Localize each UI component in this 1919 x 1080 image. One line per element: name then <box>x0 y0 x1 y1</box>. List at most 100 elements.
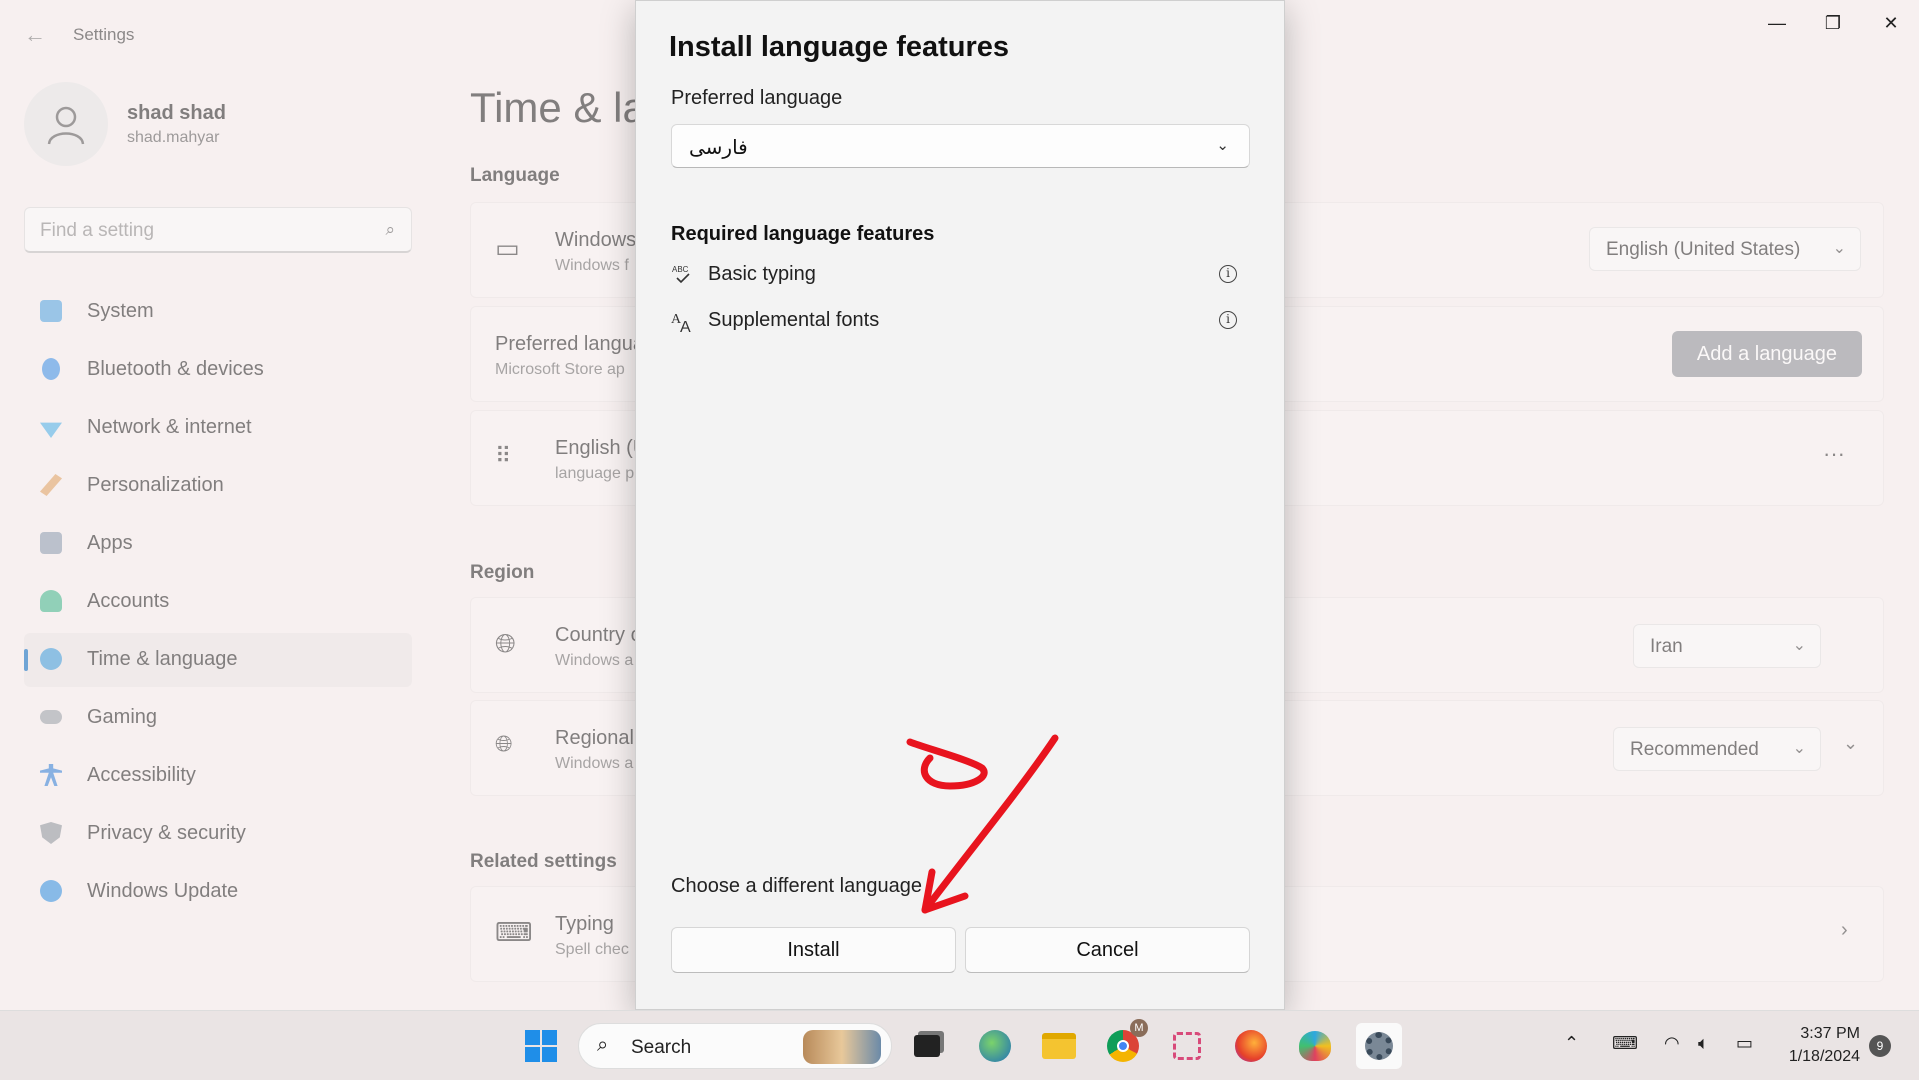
sidebar-item-personalization[interactable]: Personalization <box>24 459 412 513</box>
sidebar-item-bluetooth[interactable]: Bluetooth & devices <box>24 343 412 397</box>
section-language: Language <box>470 165 560 186</box>
chevron-down-icon: ⌄ <box>1216 137 1229 154</box>
sidebar-nav: System Bluetooth & devices Network & int… <box>24 285 412 923</box>
feature-label: Supplemental fonts <box>708 309 880 331</box>
profile-badge: M <box>1130 1019 1148 1037</box>
globe-clock-icon <box>40 648 62 670</box>
feature-basic-typing: ABC Basic typing i <box>671 261 1251 291</box>
sidebar-item-apps[interactable]: Apps <box>24 517 412 571</box>
taskbar-app-browser[interactable] <box>972 1023 1018 1069</box>
taskbar-chrome[interactable]: M <box>1100 1019 1148 1069</box>
search-icon: ⌕ <box>597 1034 609 1056</box>
taskbar-snipping-tool[interactable] <box>1164 1023 1210 1069</box>
sidebar-item-accounts[interactable]: Accounts <box>24 575 412 629</box>
regional-format-icon: 🌐︎ <box>495 731 513 756</box>
keyboard-icon: ⌨︎ <box>495 917 533 947</box>
sidebar-item-network[interactable]: Network & internet <box>24 401 412 455</box>
choose-different-language-link[interactable]: Choose a different language <box>671 875 922 898</box>
sidebar-item-label: Privacy & security <box>87 822 246 844</box>
globe-icon: 🌐︎ <box>495 628 516 658</box>
card-subtitle: Spell chec <box>555 941 629 958</box>
drag-handle-icon[interactable]: ⠿ <box>495 443 511 469</box>
sidebar-item-label: Accounts <box>87 590 170 612</box>
taskbar-firefox[interactable] <box>1228 1023 1274 1069</box>
country-dropdown[interactable]: Iran ⌄ <box>1633 624 1821 668</box>
taskbar-search-label: Search <box>631 1037 692 1058</box>
laptop-icon: ▭ <box>495 233 520 263</box>
page-title: Time & la <box>470 84 646 131</box>
display-language-dropdown[interactable]: English (United States) ⌄ <box>1589 227 1861 271</box>
back-arrow-icon[interactable]: ← <box>24 24 46 46</box>
chevron-up-icon[interactable]: ⌃ <box>1564 1033 1579 1054</box>
select-value: فارسی <box>689 137 748 159</box>
info-icon[interactable]: i <box>1219 265 1237 283</box>
taskbar-file-explorer[interactable] <box>1036 1023 1082 1069</box>
sidebar-item-gaming[interactable]: Gaming <box>24 691 412 745</box>
task-view-button[interactable] <box>904 1023 950 1069</box>
clock-time: 3:37 PM <box>1800 1025 1860 1042</box>
volume-icon[interactable]: 🔈︎ <box>1698 1033 1709 1054</box>
info-icon[interactable]: i <box>1219 311 1237 329</box>
cancel-button[interactable]: Cancel <box>965 927 1250 973</box>
notification-badge[interactable]: 9 <box>1869 1035 1891 1057</box>
windows-logo-icon <box>525 1030 557 1062</box>
battery-icon[interactable]: ▭ <box>1736 1033 1753 1054</box>
expand-chevron-icon[interactable]: ⌄ <box>1843 733 1858 754</box>
feature-supplemental-fonts: A A Supplemental fonts i <box>671 307 1251 337</box>
snip-icon <box>1173 1032 1201 1060</box>
install-button[interactable]: Install <box>671 927 956 973</box>
chevron-down-icon: ⌄ <box>1832 240 1846 257</box>
preferred-language-label: Preferred language <box>671 87 843 109</box>
minimize-button[interactable]: — <box>1748 6 1806 40</box>
feature-label: Basic typing <box>708 263 816 285</box>
search-placeholder: Find a setting <box>40 220 155 241</box>
regional-format-dropdown[interactable]: Recommended ⌄ <box>1613 727 1821 771</box>
sidebar-item-windows-update[interactable]: Windows Update <box>24 865 412 919</box>
taskbar-search[interactable]: ⌕ Search <box>578 1023 892 1069</box>
maximize-button[interactable]: ❐ <box>1804 6 1862 40</box>
clock[interactable]: 3:37 PM 1/18/2024 <box>1780 1022 1860 1068</box>
sidebar-item-label: Network & internet <box>87 416 252 438</box>
sidebar-item-system[interactable]: System <box>24 285 412 339</box>
chevron-right-icon: › <box>1841 919 1848 941</box>
chevron-down-icon: ⌄ <box>1792 740 1806 757</box>
user-name: shad shad <box>127 102 226 124</box>
monitor-icon <box>40 300 62 322</box>
palette-icon <box>1299 1031 1331 1061</box>
card-title: English (U <box>555 437 648 459</box>
sidebar-item-label: Accessibility <box>87 764 196 786</box>
svg-text:ABC: ABC <box>672 265 689 274</box>
firefox-icon <box>1235 1030 1267 1062</box>
person-icon <box>47 106 85 145</box>
task-view-icon <box>914 1035 940 1057</box>
card-title: Country c <box>555 624 641 646</box>
section-related-settings: Related settings <box>470 851 617 872</box>
keyboard-icon[interactable]: ⌨︎ <box>1612 1033 1638 1054</box>
preferred-language-select[interactable]: فارسی ⌄ <box>671 124 1250 168</box>
dropdown-value: Recommended <box>1630 739 1759 760</box>
abc-check-icon: ABC <box>672 265 690 284</box>
taskbar: ⌕ Search M ⌃ ⌨︎ ◠ 🔈︎ ▭ 3:37 PM 1/18/2024… <box>0 1010 1919 1080</box>
section-region: Region <box>470 562 535 583</box>
fonts-icon: A A <box>671 312 691 336</box>
sidebar-item-label: Gaming <box>87 706 158 728</box>
sidebar-item-accessibility[interactable]: Accessibility <box>24 749 412 803</box>
more-options-icon[interactable]: ··· <box>1823 441 1845 467</box>
add-language-button[interactable]: Add a language <box>1672 331 1862 377</box>
app-title: Settings <box>73 25 135 44</box>
start-button[interactable] <box>518 1023 564 1069</box>
close-button[interactable]: ✕ <box>1862 6 1919 40</box>
install-language-dialog: Install language features Preferred lang… <box>635 0 1285 1010</box>
card-title: Typing <box>555 913 614 935</box>
sidebar-item-privacy[interactable]: Privacy & security <box>24 807 412 861</box>
sidebar-item-time-language[interactable]: Time & language <box>24 633 412 687</box>
bluetooth-icon <box>42 358 60 380</box>
avatar <box>24 82 108 166</box>
taskbar-settings[interactable] <box>1356 1023 1402 1069</box>
wifi-icon[interactable]: ◠ <box>1664 1033 1680 1054</box>
required-features-header: Required language features <box>671 223 935 245</box>
wifi-icon <box>40 422 62 438</box>
card-title: Preferred langua <box>495 333 644 355</box>
taskbar-paint[interactable] <box>1292 1023 1338 1069</box>
find-setting-input[interactable]: Find a setting ⌕ <box>24 207 412 253</box>
